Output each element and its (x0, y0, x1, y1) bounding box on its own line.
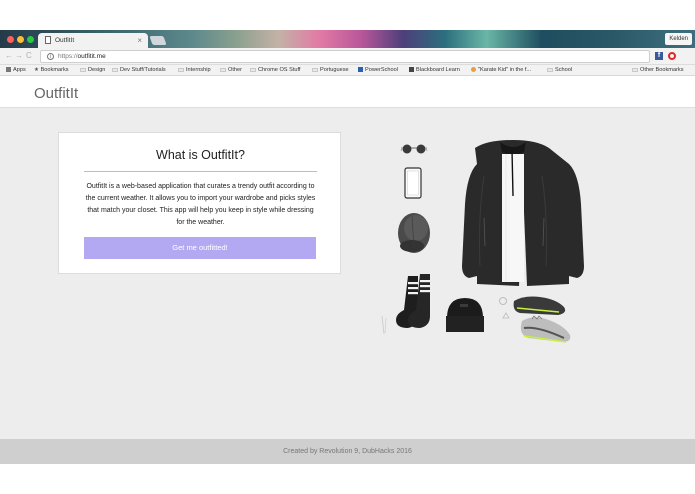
bookmark-item[interactable]: Design (80, 65, 105, 76)
opera-icon[interactable] (668, 52, 676, 60)
ring-icon (499, 297, 510, 319)
site-logo[interactable]: OutfitIt (34, 85, 78, 103)
bookmarks-bar: Apps ★ Bookmarks Design Dev Stuff/Tutori… (0, 65, 695, 76)
blackboard-icon (409, 66, 414, 72)
page-icon (471, 66, 476, 72)
facebook-icon[interactable]: f (655, 52, 663, 60)
site-header: OutfitIt (0, 77, 695, 108)
jacket-icon (462, 140, 584, 286)
folder-icon (250, 67, 256, 72)
footer-credits: Created by Revolution 9, DubHacks 2016 (283, 448, 412, 455)
bookmark-item[interactable]: Portuguese (312, 65, 349, 76)
tab-title: OutfitIt (55, 37, 75, 44)
folder-icon (312, 67, 318, 72)
apps-grid-icon (6, 66, 11, 72)
browser-toolbar: ← → C i https://outfitit.me f (0, 48, 695, 65)
about-card: What is OutfitIt? OutfitIt is a web-base… (58, 132, 341, 274)
phone-icon (404, 167, 422, 199)
info-icon[interactable]: i (47, 53, 54, 60)
screen: OutfitIt × Kelden ← → C i https://outfit… (0, 0, 695, 494)
folder-icon (220, 67, 226, 72)
folder-icon (632, 67, 638, 72)
back-icon[interactable]: ← (5, 51, 13, 61)
new-tab-button[interactable] (149, 36, 167, 45)
bookmark-item[interactable]: Dev Stuff/Tutorials (112, 65, 166, 76)
page-body: What is OutfitIt? OutfitIt is a web-base… (0, 108, 695, 439)
window-minimize-button[interactable] (17, 36, 24, 43)
folder-icon (178, 67, 184, 72)
bookmark-other[interactable]: Other Bookmarks (632, 65, 684, 76)
card-title: What is OutfitIt? (156, 148, 245, 162)
bookmark-apps[interactable]: Apps (6, 65, 26, 76)
folder-icon (547, 67, 553, 72)
sneakers-icon (513, 296, 571, 343)
folder-icon (112, 67, 118, 72)
forward-icon[interactable]: → (15, 51, 23, 61)
get-outfitted-button[interactable]: Get me outfitted! (84, 237, 316, 259)
window-maximize-button[interactable] (27, 36, 34, 43)
reload-icon[interactable]: C (26, 51, 32, 61)
divider (84, 171, 317, 172)
outfit-flatlay-image (381, 140, 584, 343)
bookmark-item[interactable]: Internship (178, 65, 211, 76)
card-description: OutfitIt is a web-based application that… (85, 183, 316, 226)
bookmark-item[interactable]: Blackboard Learn (409, 65, 460, 76)
necklace-icon (381, 315, 387, 335)
beanie-icon (446, 298, 484, 332)
cap-icon (398, 213, 430, 253)
bookmark-item[interactable]: ★ Bookmarks (34, 65, 69, 76)
sunglasses-icon (400, 144, 428, 154)
url-text[interactable]: https://outfitit.me (58, 52, 106, 62)
page-icon (45, 36, 51, 44)
bookmark-item[interactable]: "Karate Kid" in the f... (471, 65, 531, 76)
address-bar[interactable]: i https://outfitit.me (40, 50, 650, 63)
folder-icon (80, 67, 86, 72)
bookmark-item[interactable]: PowerSchool (358, 65, 398, 76)
bookmark-item[interactable]: Other (220, 65, 242, 76)
browser-tab[interactable]: OutfitIt × (38, 33, 148, 48)
profile-button[interactable]: Kelden (665, 33, 692, 45)
bookmark-item[interactable]: Chrome OS Stuff (250, 65, 301, 76)
socks-icon (396, 274, 430, 328)
bookmark-item[interactable]: School (547, 65, 572, 76)
site-footer: Created by Revolution 9, DubHacks 2016 (0, 439, 695, 464)
star-icon: ★ (34, 67, 40, 73)
powerschool-icon (358, 66, 363, 72)
window-close-button[interactable] (7, 36, 14, 43)
browser-titlebar: OutfitIt × Kelden (0, 30, 695, 48)
tab-close-icon[interactable]: × (137, 35, 142, 46)
